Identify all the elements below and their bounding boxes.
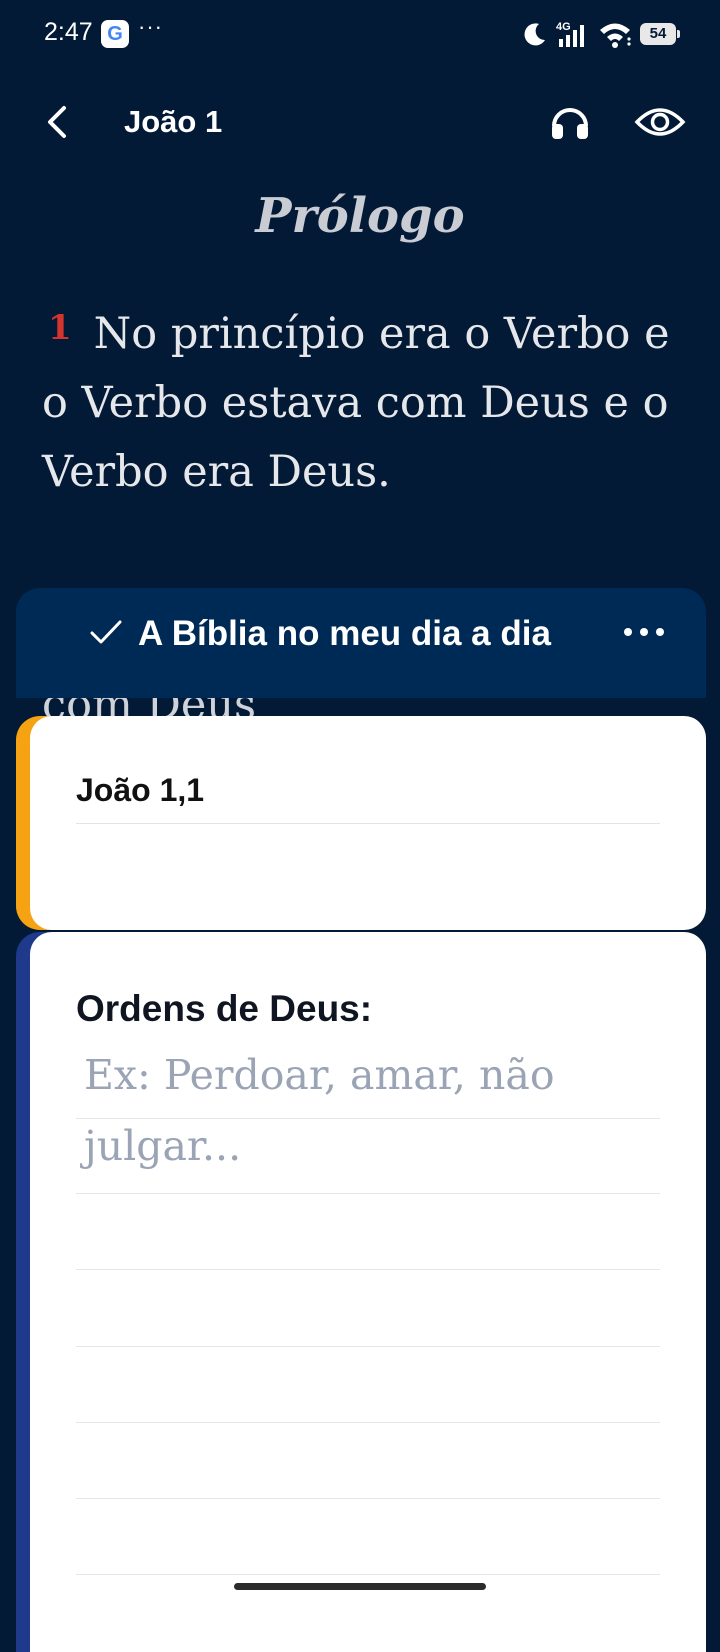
status-time: 2:47	[44, 18, 93, 46]
section-title: Prólogo	[255, 188, 465, 244]
notes-line	[76, 1118, 660, 1119]
network-type: 4G	[556, 21, 571, 33]
reference-card-divider	[76, 823, 660, 824]
chevron-left-icon[interactable]	[38, 100, 82, 144]
verse-text: No princípio era o Verbo e o Verbo estav…	[42, 309, 670, 497]
headphones-icon[interactable]	[548, 100, 592, 144]
more-horizontal-icon[interactable]	[622, 622, 666, 642]
signal-icon: 4G	[556, 21, 584, 47]
daily-bible-banner[interactable]: A Bíblia no meu dia a dia	[16, 588, 706, 698]
google-icon-letter: G	[107, 23, 123, 45]
reference-card-title: João 1,1	[76, 772, 205, 808]
check-icon	[90, 620, 122, 644]
notes-line	[76, 1498, 660, 1499]
battery-level: 54	[649, 25, 667, 42]
home-indicator[interactable]	[234, 1583, 486, 1590]
banner-label: A Bíblia no meu dia a dia	[138, 614, 551, 653]
verse[interactable]: 1 No princípio era o Verbo e o Verbo esta…	[42, 300, 682, 507]
status-bar: 2:47 G ··· 4G 54	[0, 0, 720, 70]
eye-icon[interactable]	[634, 100, 686, 144]
page-title: João 1	[124, 104, 223, 139]
status-right-group: 4G 54	[522, 18, 680, 50]
notes-input[interactable]: Ex: Perdoar, amar, não julgar...	[84, 1040, 654, 1182]
notes-card-title: Ordens de Deus:	[76, 988, 373, 1029]
notes-line	[76, 1269, 660, 1270]
verse-number: 1	[48, 308, 72, 348]
notes-line	[76, 1422, 660, 1423]
wifi-icon	[600, 23, 631, 48]
notes-line	[76, 1346, 660, 1347]
moon-icon	[524, 23, 545, 46]
notification-more-indicator: ···	[138, 14, 163, 39]
google-icon: G	[101, 20, 129, 48]
battery-icon: 54	[640, 23, 680, 45]
notes-line	[76, 1574, 660, 1575]
app-bar: João 1	[0, 86, 720, 158]
notes-line	[76, 1193, 660, 1194]
